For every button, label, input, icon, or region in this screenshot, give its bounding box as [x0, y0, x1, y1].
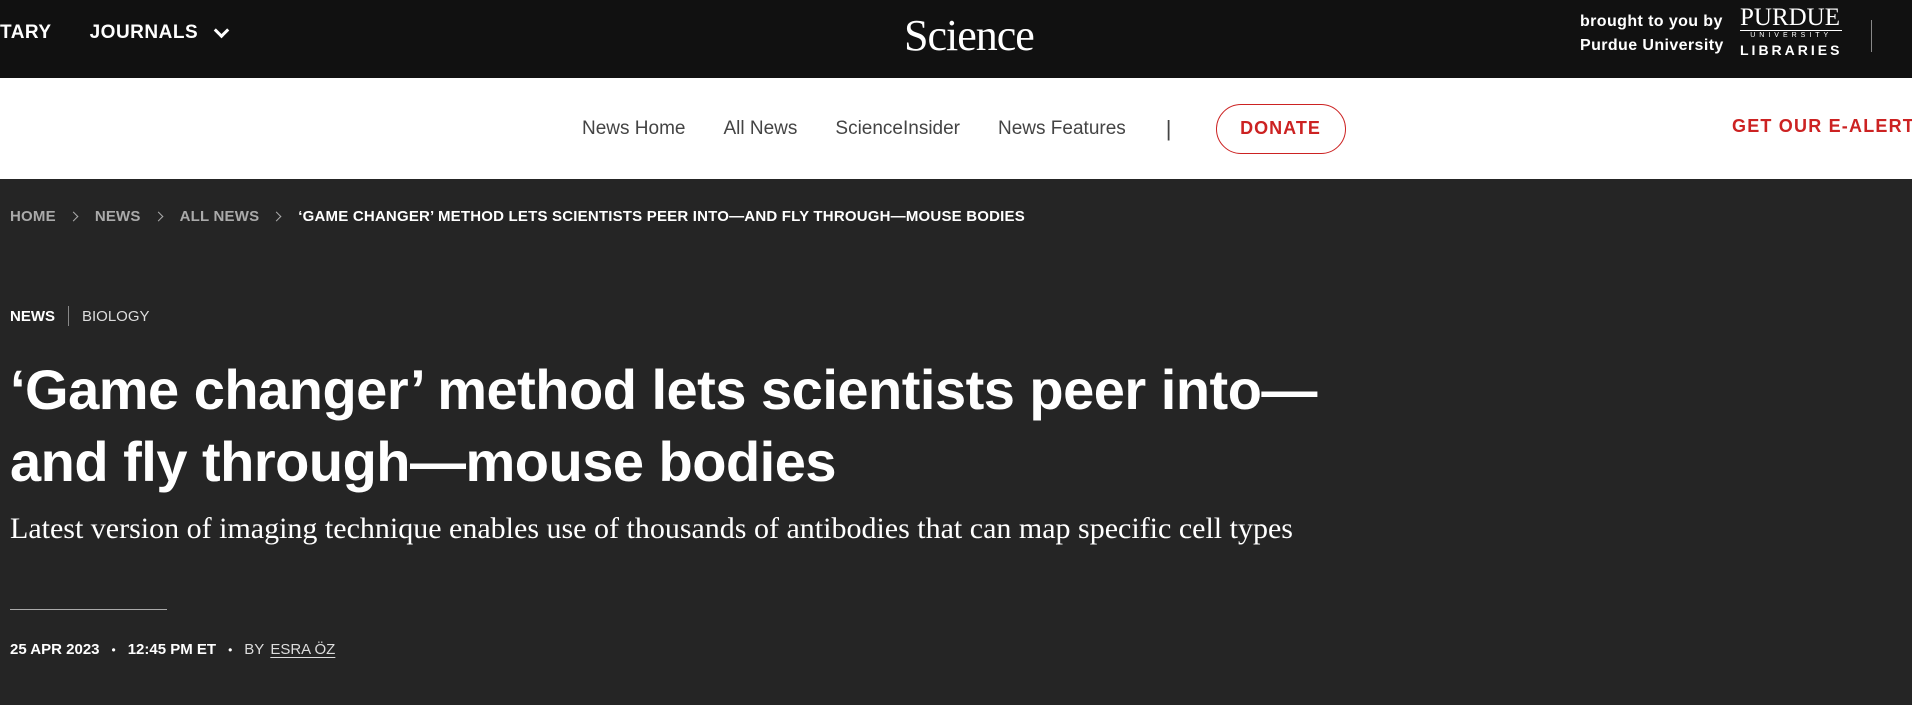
chevron-right-icon — [271, 211, 282, 222]
article-tags: NEWS BIOLOGY — [10, 306, 150, 326]
e-alert-link[interactable]: GET OUR E-ALERT — [1732, 116, 1912, 137]
journals-menu[interactable]: JOURNALS — [89, 22, 230, 44]
publish-time: 12:45 PM ET — [127, 641, 217, 658]
top-bar: TARY JOURNALS Science brought to you by … — [0, 0, 1912, 78]
breadcrumb-news[interactable]: NEWS — [95, 208, 141, 225]
purdue-university-text: UNIVERSITY — [1750, 32, 1833, 39]
author-link[interactable]: ESRA ÖZ — [270, 641, 335, 658]
section-tag-news[interactable]: NEWS — [10, 308, 55, 325]
chevron-down-icon — [213, 22, 230, 38]
donate-button[interactable]: DONATE — [1215, 103, 1346, 154]
purdue-libraries-logo[interactable]: PURDUE UNIVERSITY LIBRARIES — [1740, 5, 1843, 58]
chevron-right-icon — [68, 211, 79, 222]
journals-label: JOURNALS — [89, 22, 199, 43]
purdue-libraries-text: LIBRARIES — [1740, 42, 1843, 58]
news-nav-links: News Home All News ScienceInsider News F… — [582, 78, 1346, 179]
top-menu-item-commentary[interactable]: TARY — [0, 22, 52, 44]
nav-news-features[interactable]: News Features — [998, 118, 1126, 140]
breadcrumb-all-news[interactable]: ALL NEWS — [180, 208, 260, 225]
nav-scienceinsider[interactable]: ScienceInsider — [835, 118, 960, 140]
article-dek: Latest version of imaging technique enab… — [10, 512, 1293, 545]
topic-tag-biology[interactable]: BIOLOGY — [82, 308, 150, 325]
byline-dot: • — [111, 642, 116, 657]
science-logo[interactable]: Science — [904, 10, 1035, 61]
sponsor-text: brought to you by Purdue University — [1580, 10, 1724, 58]
byline-dot: • — [228, 642, 233, 657]
news-nav: News Home All News ScienceInsider News F… — [0, 78, 1912, 179]
nav-news-home[interactable]: News Home — [582, 118, 685, 140]
publish-date: 25 APR 2023 — [10, 641, 100, 658]
top-left-menu: TARY JOURNALS — [0, 22, 265, 44]
header-rule — [10, 609, 167, 610]
tag-divider — [68, 306, 69, 326]
sponsor-line-2: Purdue University — [1580, 37, 1724, 54]
purdue-word: PURDUE — [1740, 5, 1843, 31]
top-divider — [1871, 20, 1872, 52]
article-byline: 25 APR 2023 • 12:45 PM ET • BY ESRA ÖZ — [10, 641, 335, 658]
nav-separator: | — [1165, 115, 1172, 141]
breadcrumb: HOME NEWS ALL NEWS ‘GAME CHANGER’ METHOD… — [10, 208, 1025, 225]
breadcrumb-current: ‘GAME CHANGER’ METHOD LETS SCIENTISTS PE… — [298, 208, 1025, 225]
article-headline: ‘Game changer’ method lets scientists pe… — [10, 358, 1317, 493]
nav-all-news[interactable]: All News — [723, 118, 797, 140]
breadcrumb-home[interactable]: HOME — [10, 208, 56, 225]
chevron-right-icon — [153, 211, 164, 222]
byline-by: BY — [244, 641, 265, 658]
sponsor-line-1: brought to you by — [1580, 13, 1723, 30]
